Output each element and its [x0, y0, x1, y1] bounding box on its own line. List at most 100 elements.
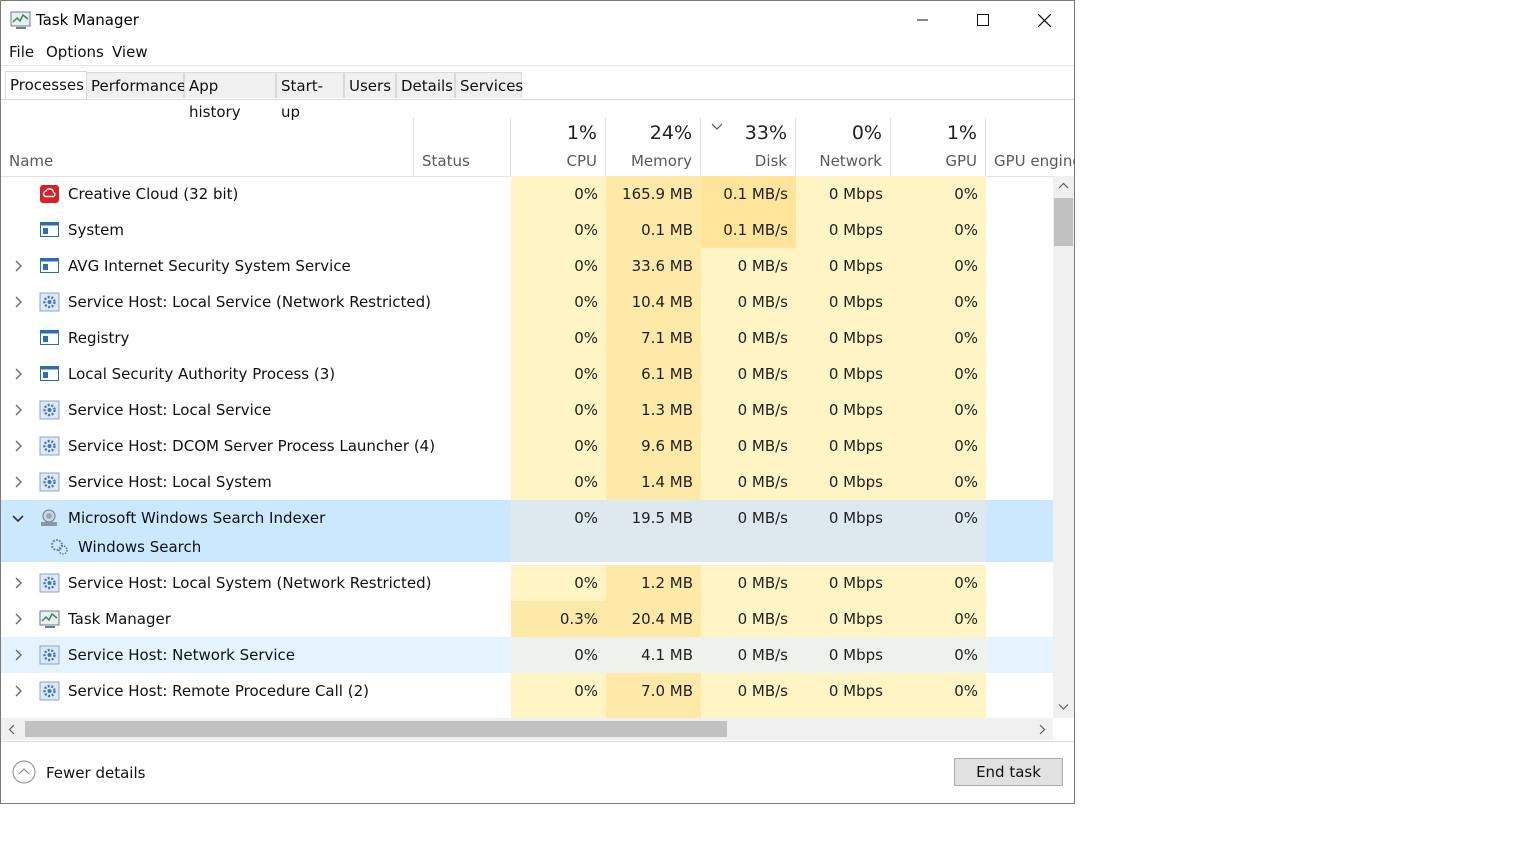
network-total: 0%	[851, 122, 882, 144]
process-memory-value: 7.0 MB	[606, 673, 701, 709]
process-cpu-value: 0%	[511, 356, 606, 392]
process-name: Service Host: Local System (Network Rest…	[68, 574, 432, 592]
tab-services[interactable]: Services	[455, 72, 523, 98]
close-icon	[1037, 13, 1051, 27]
sort-descending-icon	[711, 123, 723, 130]
process-disk-value: 0 MB/s	[701, 673, 796, 709]
process-network-value: 0 Mbps	[796, 500, 891, 536]
tab-start-up[interactable]: Start-up	[276, 72, 344, 121]
tab-app-history[interactable]: App history	[184, 72, 276, 121]
process-row[interactable]: 0% 1.4 MB 0 MB/s 0 Mbps 0% Service Host: Loca…	[1, 464, 1053, 500]
scroll-right-icon[interactable]	[1038, 724, 1046, 735]
tab-performance[interactable]: Performance	[86, 72, 186, 98]
process-gpu-value: 0%	[891, 248, 986, 284]
process-row[interactable]: 0% 1.2 MB 0 MB/s 0 Mbps 0% Service Host: Loca…	[1, 565, 1053, 601]
process-network-value: 0 Mbps	[796, 392, 891, 428]
process-name: Microsoft Windows Search Indexer	[68, 509, 326, 527]
process-disk-value: 0 MB/s	[701, 637, 796, 673]
chevron-right-icon[interactable]	[11, 683, 25, 699]
process-name: Registry	[68, 329, 130, 347]
col-name[interactable]: Name	[1, 118, 413, 176]
menu-file[interactable]: File	[9, 43, 34, 61]
chevron-up-circle-icon[interactable]	[12, 760, 36, 784]
chevron-right-icon[interactable]	[11, 474, 25, 490]
process-cpu-value: 0%	[511, 392, 606, 428]
process-disk-value: 0.1 MB/s	[701, 176, 796, 212]
process-row[interactable]: 0.3% 20.4 MB 0 MB/s 0 Mbps 0% Task Manager	[1, 601, 1053, 637]
memory-total: 24%	[649, 122, 692, 144]
process-disk-value: 0 MB/s	[701, 392, 796, 428]
col-gpu[interactable]: 1% GPU	[890, 118, 986, 176]
scroll-left-icon[interactable]	[8, 724, 16, 735]
process-gpu-value: 0%	[891, 500, 986, 536]
process-row[interactable]: 0% 6.1 MB 0 MB/s 0 Mbps 0% Local Security Aut…	[1, 356, 1053, 392]
vertical-scrollbar[interactable]	[1053, 176, 1074, 718]
process-row[interactable]: 0% 1.3 MB 0 MB/s 0 Mbps 0% Service Host: Loca…	[1, 392, 1053, 428]
process-network-value: 0 Mbps	[796, 428, 891, 464]
process-gpu-value: 0%	[891, 176, 986, 212]
end-task-button[interactable]: End task	[954, 758, 1063, 786]
minimize-button[interactable]	[893, 1, 953, 39]
process-name: Service Host: Local Service	[68, 401, 272, 419]
window-app-icon	[39, 220, 60, 240]
process-row[interactable]: 0% 9.6 MB 0 MB/s 0 Mbps 0% Service Host: DCOM…	[1, 428, 1053, 464]
maximize-icon	[977, 14, 989, 26]
menu-view[interactable]: View	[112, 43, 148, 61]
gear-icon	[39, 573, 60, 593]
chevron-right-icon[interactable]	[11, 258, 25, 274]
child-process-row[interactable]: Windows Search	[1, 532, 1053, 562]
chevron-right-icon[interactable]	[11, 575, 25, 591]
col-cpu[interactable]: 1% CPU	[510, 118, 606, 176]
gpu-total: 1%	[946, 122, 977, 144]
maximize-button[interactable]	[953, 1, 1013, 39]
process-name: Service Host: Local Service (Network Res…	[68, 293, 432, 311]
chevron-right-icon[interactable]	[11, 647, 25, 663]
col-gpu-engine[interactable]: GPU engine	[985, 118, 1075, 176]
chevron-right-icon[interactable]	[11, 366, 25, 382]
column-header: Name Status 1% CPU 24% Memory 33% Disk 0…	[1, 118, 1075, 177]
process-row[interactable]: 0% 165.9 MB 0.1 MB/s 0 Mbps 0% Creative Cloud…	[1, 176, 1053, 212]
task-manager-icon	[10, 11, 31, 29]
process-row[interactable]: 0% 33.6 MB 0 MB/s 0 Mbps 0% AVG Internet Secu…	[1, 248, 1053, 284]
chevron-right-icon[interactable]	[11, 402, 25, 418]
col-gpu-label: GPU	[945, 152, 977, 170]
horizontal-scrollbar[interactable]	[1, 718, 1053, 740]
child-process-name: Windows Search	[78, 538, 202, 556]
process-row[interactable]: 0% 7.0 MB 0 MB/s 0 Mbps 0% Service Host: Remo…	[1, 673, 1053, 709]
close-button[interactable]	[1014, 1, 1074, 39]
scroll-down-icon[interactable]	[1058, 703, 1069, 711]
menu-divider	[1, 65, 1074, 66]
process-row[interactable]: 0% 4.1 MB 0 MB/s 0 Mbps 0% Service Host: Netw…	[1, 637, 1053, 673]
process-network-value: 0 Mbps	[796, 176, 891, 212]
tab-processes[interactable]: Processes	[5, 71, 87, 99]
process-row[interactable]: 0% 0.1 MB 0.1 MB/s 0 Mbps 0% System	[1, 212, 1053, 248]
gear-icon	[39, 645, 60, 665]
process-gpu-value: 0%	[891, 601, 986, 637]
chevron-right-icon[interactable]	[11, 294, 25, 310]
process-gpu-value: 0%	[891, 320, 986, 356]
process-row[interactable]: 0% 19.5 MB 0 MB/s 0 Mbps 0% Microsoft Windows…	[1, 500, 1053, 536]
disk-total: 33%	[744, 122, 787, 144]
fewer-details-link[interactable]: Fewer details	[46, 764, 145, 782]
col-network[interactable]: 0% Network	[795, 118, 891, 176]
menu-options[interactable]: Options	[46, 43, 104, 61]
col-memory[interactable]: 24% Memory	[605, 118, 701, 176]
horizontal-scroll-thumb[interactable]	[25, 721, 727, 737]
tab-users[interactable]: Users	[344, 72, 396, 98]
process-name: AVG Internet Security System Service	[68, 257, 351, 275]
process-gpu-value: 0%	[891, 392, 986, 428]
chevron-right-icon[interactable]	[11, 611, 25, 627]
process-cpu-value: 0%	[511, 673, 606, 709]
process-gpu-value: 0%	[891, 673, 986, 709]
chevron-right-icon[interactable]	[11, 438, 25, 454]
scroll-up-icon[interactable]	[1058, 182, 1069, 190]
process-row[interactable]: 0% 7.1 MB 0 MB/s 0 Mbps 0% Registry	[1, 320, 1053, 356]
col-status[interactable]: Status	[413, 118, 511, 176]
col-disk[interactable]: 33% Disk	[700, 118, 796, 176]
process-name: Service Host: DCOM Server Process Launch…	[68, 437, 436, 455]
process-row[interactable]: 0% 10.4 MB 0 MB/s 0 Mbps 0% Service Host: Loc…	[1, 284, 1053, 320]
title-bar[interactable]: Task Manager	[1, 1, 1074, 39]
vertical-scroll-thumb[interactable]	[1054, 198, 1073, 246]
chevron-down-icon[interactable]	[11, 510, 25, 526]
tab-details[interactable]: Details	[396, 72, 455, 98]
